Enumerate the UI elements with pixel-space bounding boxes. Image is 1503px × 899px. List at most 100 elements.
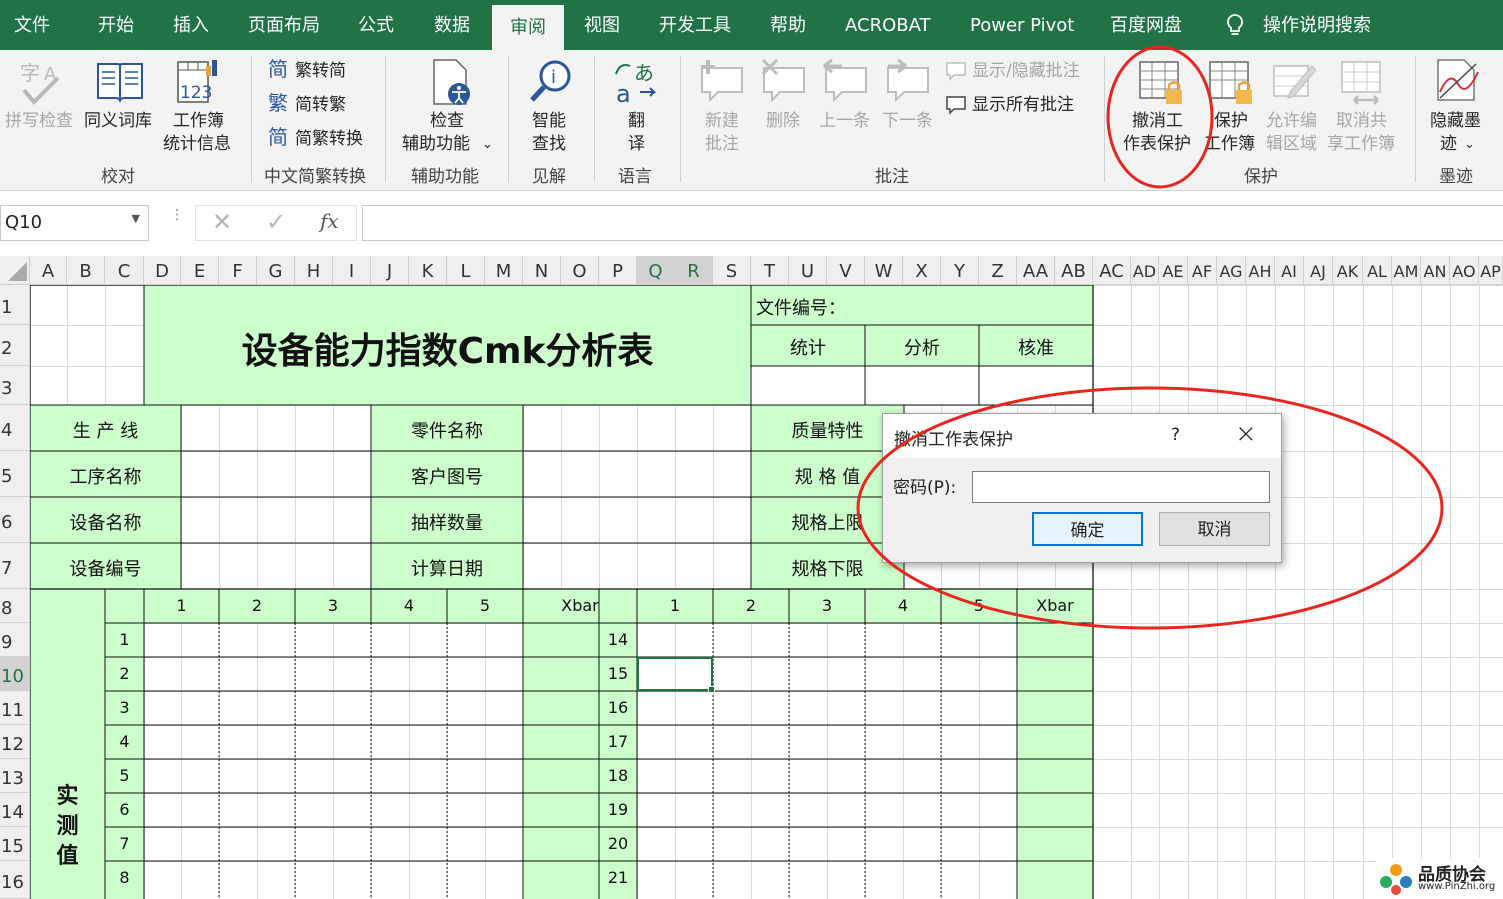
column-header-AJ[interactable]: AJ [1304, 256, 1333, 285]
column-header-G[interactable]: G [257, 256, 295, 285]
row-header-2[interactable]: 2 [0, 325, 30, 366]
column-header-D[interactable]: D [144, 256, 181, 285]
column-header-M[interactable]: M [485, 256, 523, 285]
tab-help[interactable]: 帮助 [770, 0, 806, 50]
column-header-AG[interactable]: AG [1217, 256, 1246, 285]
column-header-AO[interactable]: AO [1450, 256, 1479, 285]
column-header-E[interactable]: E [181, 256, 219, 285]
chevron-down-icon[interactable]: ▼ [132, 212, 140, 225]
worksheet-grid[interactable]: A B C D E F G H I J K L M N O P Q R S T U V W X Y Z AA AB AC AD AE AF AG… [0, 256, 1503, 899]
row-header-6[interactable]: 6 [0, 497, 30, 543]
tab-tell-me-search[interactable]: 操作说明搜索 [1263, 0, 1371, 50]
tab-home[interactable]: 开始 [98, 0, 134, 50]
column-header-AD[interactable]: AD [1131, 256, 1159, 285]
approve-label: 核准 [1018, 338, 1054, 359]
column-header-AN[interactable]: AN [1421, 256, 1450, 285]
column-header-Q[interactable]: Q [637, 256, 675, 285]
unshare-workbook-icon [1341, 61, 1381, 105]
column-header-Y[interactable]: Y [941, 256, 979, 285]
column-header-P[interactable]: P [599, 256, 637, 285]
column-header-AP[interactable]: AP [1479, 256, 1503, 285]
column-header-H[interactable]: H [295, 256, 333, 285]
header-right-3: 3 [821, 596, 833, 615]
column-header-AM[interactable]: AM [1392, 256, 1421, 285]
unprotect-sheet-label-2: 作表保护 [1123, 134, 1191, 154]
column-header-AH[interactable]: AH [1246, 256, 1275, 285]
help-button[interactable]: ? [1171, 425, 1180, 445]
more-options-icon[interactable]: ⋮ [170, 208, 184, 222]
column-header-AK[interactable]: AK [1333, 256, 1363, 285]
check-accessibility-label-1: 检查 [430, 111, 464, 131]
row-header-16[interactable]: 16 [0, 861, 30, 899]
row-header-10[interactable]: 10 [0, 657, 30, 691]
row-header-9[interactable]: 9 [0, 623, 30, 657]
column-header-O[interactable]: O [561, 256, 599, 285]
tab-view[interactable]: 视图 [584, 0, 620, 50]
column-header-L[interactable]: L [447, 256, 485, 285]
confirm-entry-icon[interactable]: ✓ [266, 208, 286, 236]
tab-formulas[interactable]: 公式 [358, 0, 394, 50]
column-header-V[interactable]: V [827, 256, 865, 285]
column-header-J[interactable]: J [371, 256, 409, 285]
column-header-AF[interactable]: AF [1188, 256, 1217, 285]
unprotect-sheet-dialog: 撤消工作表保护 ? × 密码(P): 确定 取消 [882, 413, 1282, 563]
tab-baidu-netdisk[interactable]: 百度网盘 [1110, 0, 1182, 50]
row-header-14[interactable]: 14 [0, 793, 30, 827]
active-cell[interactable] [637, 657, 715, 693]
column-header-C[interactable]: C [105, 256, 144, 285]
tab-developer[interactable]: 开发工具 [659, 0, 731, 50]
ok-button[interactable]: 确定 [1032, 512, 1143, 546]
tab-file[interactable]: 文件 [14, 0, 50, 50]
cancel-button[interactable]: 取消 [1159, 512, 1270, 546]
column-header-B[interactable]: B [67, 256, 105, 285]
column-header-AA[interactable]: AA [1017, 256, 1055, 285]
column-header-AC[interactable]: AC [1093, 256, 1131, 285]
tab-review[interactable]: 审阅 [492, 5, 564, 50]
tab-power-pivot[interactable]: Power Pivot [970, 0, 1074, 50]
column-header-AI[interactable]: AI [1275, 256, 1304, 285]
column-header-I[interactable]: I [333, 256, 371, 285]
equipment-number-label: 设备编号 [69, 559, 142, 580]
row-header-4[interactable]: 4 [0, 405, 30, 451]
column-header-S[interactable]: S [713, 256, 751, 285]
hide-ink-label-2: 迹 [1440, 134, 1457, 154]
name-box[interactable]: Q10 ▼ [0, 205, 149, 241]
row-header-8[interactable]: 8 [0, 589, 30, 623]
comment-icon [946, 62, 966, 81]
row-header-7[interactable]: 7 [0, 543, 30, 589]
row-header-1[interactable]: 1 [0, 285, 30, 325]
tab-data[interactable]: 数据 [434, 0, 470, 50]
tab-page-layout[interactable]: 页面布局 [248, 0, 320, 50]
fill-handle[interactable] [708, 686, 715, 693]
cancel-entry-icon[interactable]: ✕ [212, 208, 232, 236]
password-input[interactable] [972, 471, 1270, 503]
tab-acrobat[interactable]: ACROBAT [845, 0, 931, 50]
lightbulb-icon [1227, 14, 1243, 35]
column-header-X[interactable]: X [903, 256, 941, 285]
row-header-3[interactable]: 3 [0, 366, 30, 405]
column-header-AL[interactable]: AL [1363, 256, 1392, 285]
column-header-Z[interactable]: Z [979, 256, 1017, 285]
close-button[interactable]: × [1235, 419, 1257, 449]
column-header-N[interactable]: N [523, 256, 561, 285]
tab-insert[interactable]: 插入 [173, 0, 209, 50]
column-header-K[interactable]: K [409, 256, 447, 285]
formula-input[interactable] [362, 205, 1503, 241]
row-header-13[interactable]: 13 [0, 759, 30, 793]
row-header-5[interactable]: 5 [0, 451, 30, 497]
row-header-12[interactable]: 12 [0, 725, 30, 759]
column-header-T[interactable]: T [751, 256, 789, 285]
column-header-R[interactable]: R [675, 256, 713, 285]
translate-label-1: 翻 [628, 111, 645, 131]
column-header-AB[interactable]: AB [1055, 256, 1093, 285]
column-header-F[interactable]: F [219, 256, 257, 285]
translate-icon: あ a [615, 61, 657, 106]
column-header-U[interactable]: U [789, 256, 827, 285]
column-header-A[interactable]: A [30, 256, 67, 285]
index-left-2: 2 [119, 664, 130, 683]
row-header-15[interactable]: 15 [0, 827, 30, 861]
column-header-W[interactable]: W [865, 256, 903, 285]
column-header-AE[interactable]: AE [1159, 256, 1188, 285]
row-header-11[interactable]: 11 [0, 691, 30, 725]
insert-function-button[interactable]: fx [320, 209, 339, 233]
